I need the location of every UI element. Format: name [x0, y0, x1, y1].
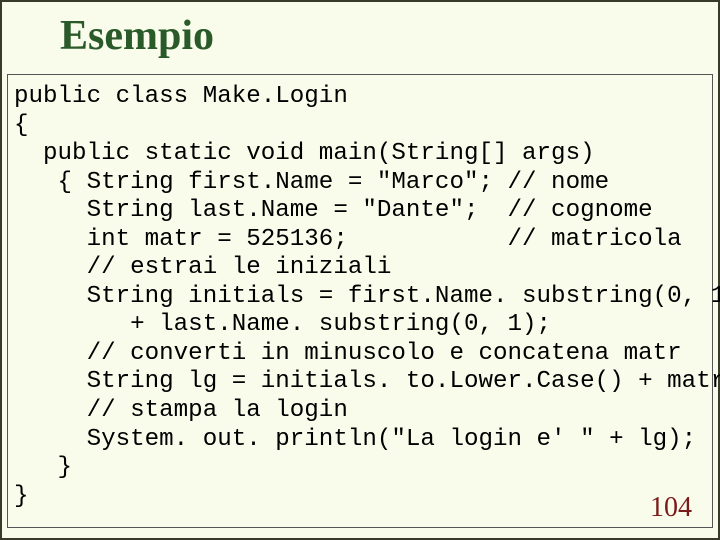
code-line: int matr = 525136; // matricola [14, 226, 682, 253]
code-line: public static void main(String[] args) [14, 140, 595, 167]
code-line: } [14, 454, 72, 481]
page-number: 104 [650, 492, 692, 524]
code-box: public class Make.Login { public static … [7, 74, 713, 528]
code-line: // stampa la login [14, 397, 348, 424]
code-line: String last.Name = "Dante"; // cognome [14, 197, 653, 224]
code-line: + last.Name. substring(0, 1); [14, 311, 551, 338]
code-line: String lg = initials. to.Lower.Case() + … [14, 368, 720, 395]
slide-title: Esempio [60, 12, 214, 60]
code-line: { [14, 112, 29, 139]
code-line: // converti in minuscolo e concatena mat… [14, 340, 682, 367]
code-line: } [14, 483, 29, 510]
code-line: String initials = first.Name. substring(… [14, 283, 720, 310]
code-line: { String first.Name = "Marco"; // nome [14, 169, 609, 196]
slide: Esempio public class Make.Login { public… [0, 0, 720, 540]
code-block: public class Make.Login { public static … [14, 83, 706, 511]
code-line: public class Make.Login [14, 83, 348, 110]
code-line: System. out. println("La login e' " + lg… [14, 426, 696, 453]
code-line: // estrai le iniziali [14, 254, 391, 281]
